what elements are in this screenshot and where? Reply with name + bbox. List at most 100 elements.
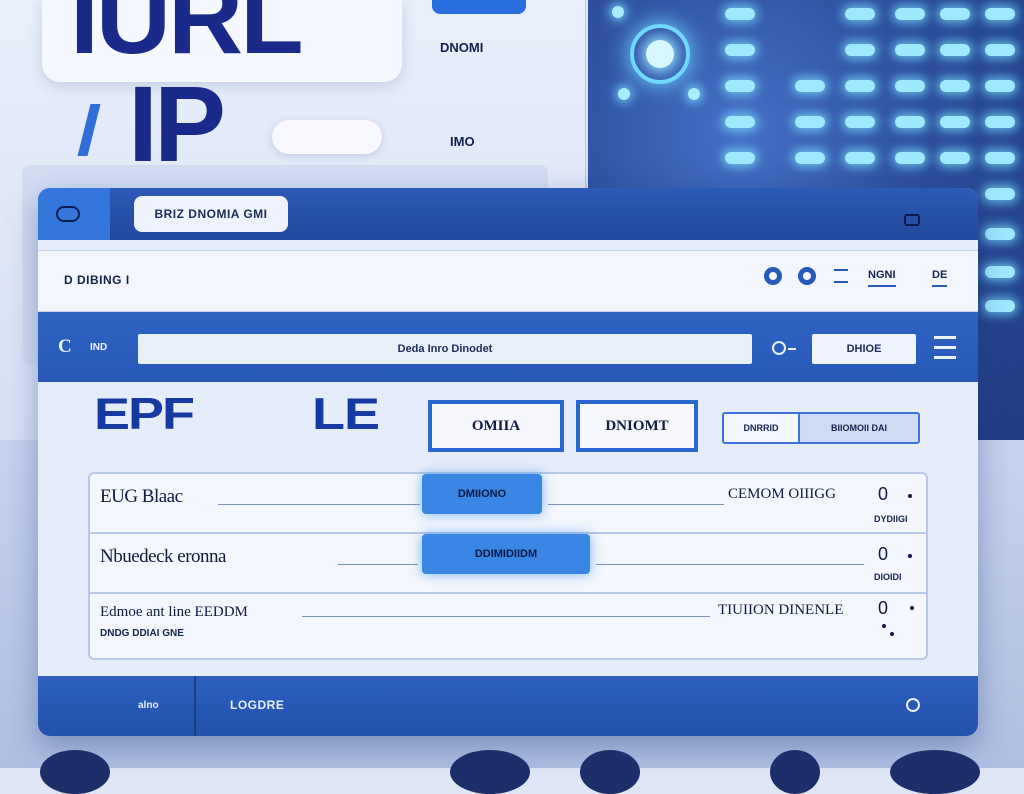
led-dot (795, 152, 825, 164)
led-dot (940, 44, 970, 56)
list-item[interactable]: Edmoe ant line EEDDM DNDG DDIAI GNE TIUI… (90, 594, 926, 658)
background-title: IURL (70, 0, 304, 76)
row-line (596, 564, 864, 565)
radio-icon[interactable] (798, 267, 816, 285)
row-subtext: DNDG DDIAI GNE (100, 628, 184, 639)
led-dot (940, 8, 970, 20)
led-dot (845, 116, 875, 128)
page-heading-part-1: EPF (94, 389, 195, 439)
segmented-control: DNRRID BIIOMOII DAI (722, 412, 920, 444)
bottom-bump (890, 750, 980, 794)
led-dot (895, 116, 925, 128)
led-dot (985, 80, 1015, 92)
row-dot (908, 494, 912, 498)
led-dot (985, 44, 1015, 56)
led-dot (940, 116, 970, 128)
row-title: Edmoe ant line EEDDM (100, 604, 248, 620)
led-dot (795, 116, 825, 128)
app-icon (56, 206, 80, 222)
glow-dot (612, 6, 624, 18)
title-tab[interactable]: BRIZ DNOMIA GMI (134, 196, 288, 232)
results-list: EUG Blaac DMIIONO CEMOM OIIIGG 0 DYDIIGI… (88, 472, 928, 660)
list-item[interactable]: Nbuedeck eronna DDIMIDIIDM 0 DIOIDI (90, 534, 926, 592)
background-small-text-mid: IMO (450, 134, 475, 149)
row-line (548, 504, 724, 505)
row-right-text: CEMOM OIIIGG (728, 486, 836, 502)
footer-divider (194, 676, 196, 736)
led-dot (895, 80, 925, 92)
list-item[interactable]: EUG Blaac DMIIONO CEMOM OIIIGG 0 DYDIIGI (90, 474, 926, 532)
led-dot (725, 152, 755, 164)
footer-left-label: alno (138, 700, 159, 711)
bottom-bump (450, 750, 530, 794)
address-bar: C IND Deda Inro Dinodet DHIOE (38, 312, 978, 382)
main-window: BRIZ DNOMIA GMI D DIBING I NGNI DE C IND… (38, 188, 978, 736)
status-circle-icon[interactable] (906, 698, 920, 712)
background-top-pill (432, 0, 526, 14)
segment-option-2[interactable]: BIIOMOII DAI (800, 414, 918, 442)
hamburger-menu-icon[interactable] (934, 336, 956, 360)
outline-button-1[interactable]: OMIIA (428, 400, 564, 452)
led-dot (985, 152, 1015, 164)
led-dot (940, 80, 970, 92)
glow-dot (688, 88, 700, 100)
led-dot (845, 80, 875, 92)
led-dot (725, 44, 755, 56)
toolbar-link-1[interactable]: NGNI (868, 269, 896, 287)
row-title: EUG Blaac (100, 486, 183, 507)
led-dot (985, 228, 1015, 240)
row-title: Nbuedeck eronna (100, 546, 226, 567)
row-line (302, 616, 710, 617)
led-dot (985, 266, 1015, 278)
row-action-button[interactable]: DMIIONO (422, 474, 542, 514)
led-dot (895, 8, 925, 20)
row-line (338, 564, 418, 565)
app-icon-box[interactable] (38, 188, 110, 240)
row-dot (882, 624, 886, 628)
led-dot (895, 44, 925, 56)
background-small-text-top: DNOMI (440, 40, 484, 55)
status-bar: alno LOGDRE (38, 676, 978, 736)
search-icon[interactable] (772, 341, 786, 355)
address-logo-label: IND (90, 342, 108, 353)
led-dot (985, 8, 1015, 20)
led-dot (895, 152, 925, 164)
led-dot (845, 152, 875, 164)
address-button[interactable]: DHIOE (812, 334, 916, 364)
menu-icon[interactable] (834, 269, 848, 283)
led-dot (985, 116, 1015, 128)
radio-icon[interactable] (764, 267, 782, 285)
row-dot (908, 554, 912, 558)
row-subtext: DIOIDI (874, 572, 902, 582)
toolbar-link-2[interactable]: DE (932, 269, 948, 287)
toolbar-label: D DIBING I (64, 273, 130, 287)
bottom-bump (580, 750, 640, 794)
row-action-button[interactable]: DDIMIDIIDM (422, 534, 590, 574)
glowing-ring-core (646, 40, 674, 68)
row-dot (910, 606, 914, 610)
row-count: 0 (878, 484, 889, 504)
background-subtitle: IP (128, 63, 226, 184)
led-dot (725, 116, 755, 128)
glow-dot (618, 88, 630, 100)
footer-label[interactable]: LOGDRE (230, 698, 284, 712)
bottom-bump (40, 750, 110, 794)
outline-button-2[interactable]: DNIOMT (576, 400, 698, 452)
led-dot (985, 188, 1015, 200)
led-dot (725, 80, 755, 92)
led-dot (845, 44, 875, 56)
led-dot (845, 8, 875, 20)
row-dot (890, 632, 894, 636)
row-right-text: TIUIION DINENLE (718, 602, 844, 618)
address-logo: C (58, 336, 72, 357)
row-line (218, 504, 420, 505)
row-count: 0 (878, 598, 889, 618)
url-input[interactable]: Deda Inro Dinodet (138, 334, 752, 364)
led-dot (795, 80, 825, 92)
background-pill (272, 120, 382, 154)
bottom-bump (770, 750, 820, 794)
led-dot (985, 300, 1015, 312)
segment-option-1[interactable]: DNRRID (724, 414, 800, 442)
window-control-icon[interactable] (904, 214, 920, 226)
row-subtext: DYDIIGI (874, 514, 908, 524)
